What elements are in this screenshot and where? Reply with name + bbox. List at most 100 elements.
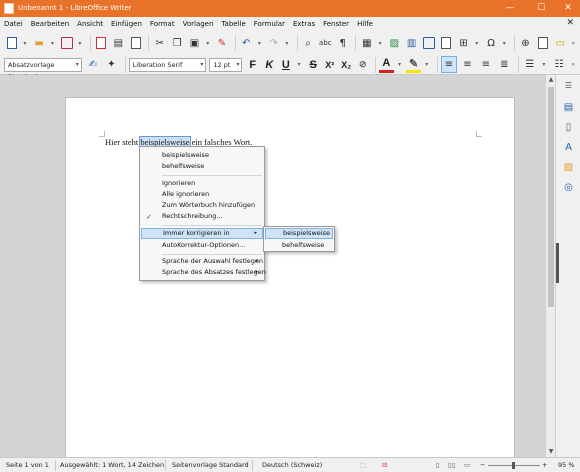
undo-dropdown-chevron-icon[interactable]: ▾ <box>256 35 263 52</box>
underline-dropdown-chevron-icon[interactable]: ▾ <box>295 56 303 73</box>
ignore-item[interactable]: Ignorieren <box>141 178 263 189</box>
page-count[interactable]: Seite 1 von 1 <box>6 461 49 469</box>
book-view-icon[interactable]: ▭ <box>464 461 470 469</box>
zoom-slider-handle[interactable] <box>512 462 515 469</box>
comment-icon[interactable]: ▭ <box>552 35 567 52</box>
export-pdf-icon[interactable] <box>93 35 108 52</box>
update-style-icon[interactable]: ✍ <box>85 56 101 73</box>
insert-image-icon[interactable]: ▨ <box>387 35 402 52</box>
insert-table-icon[interactable]: ▦ <box>359 35 374 52</box>
new-document-icon[interactable] <box>4 35 19 52</box>
more-options-chevron-icon[interactable]: » <box>569 56 577 73</box>
font-color-dropdown-chevron-icon[interactable]: ▾ <box>396 56 404 73</box>
ignore-all-item[interactable]: Alle ignorieren <box>141 189 263 200</box>
maximize-button[interactable]: ☐ <box>533 2 549 15</box>
insert-textbox-icon[interactable] <box>421 35 436 52</box>
zoom-level[interactable]: 95 % <box>558 461 575 469</box>
submenu-item[interactable]: behelfsweise <box>265 240 333 251</box>
new-style-icon[interactable]: ✦ <box>103 56 119 73</box>
align-center-icon[interactable]: ≡ <box>459 56 475 73</box>
justify-icon[interactable]: ≣ <box>496 56 512 73</box>
page-icon[interactable]: ▯ <box>561 120 576 135</box>
align-left-icon[interactable]: ≡ <box>440 56 458 73</box>
sidebar-menu-icon[interactable]: ☰ <box>561 78 576 93</box>
table-dropdown-chevron-icon[interactable]: ▾ <box>377 35 384 52</box>
scrollbar-thumb[interactable] <box>548 87 554 307</box>
document-page[interactable]: Hier steht beispielsweise ein falsches W… <box>65 97 515 467</box>
insert-chart-icon[interactable]: ▥ <box>404 35 419 52</box>
navigator-icon[interactable]: ◎ <box>561 180 576 195</box>
single-page-view-icon[interactable]: ▯ <box>436 461 440 469</box>
strikethrough-button[interactable]: S <box>306 57 321 73</box>
zoom-out-icon[interactable]: − <box>480 461 485 469</box>
open-folder-icon[interactable]: ▬ <box>32 35 47 52</box>
zoom-in-icon[interactable]: + <box>542 461 547 469</box>
set-language-selection-item[interactable]: Sprache der Auswahl festlegen ▸ <box>141 256 263 267</box>
print-preview-icon[interactable] <box>128 35 143 52</box>
insert-field-icon[interactable]: ⊞ <box>456 35 471 52</box>
menu-hilfe[interactable]: Hilfe <box>357 20 373 28</box>
suggestion-item[interactable]: beispielsweise <box>141 150 263 161</box>
spelling-icon[interactable]: abc <box>318 35 333 52</box>
font-name-combo[interactable]: Liberation Serif ▾ <box>128 57 207 72</box>
bullet-dropdown-chevron-icon[interactable]: ▾ <box>540 56 548 73</box>
font-color-button[interactable]: A <box>379 57 394 73</box>
redo-dropdown-chevron-icon[interactable]: ▾ <box>283 35 290 52</box>
font-size-combo[interactable]: 12 pt ▾ <box>209 57 243 72</box>
vertical-scrollbar[interactable]: ▲ ▼ <box>545 75 555 457</box>
autocorrect-options-item[interactable]: AutoKorrektur-Optionen... <box>141 240 263 251</box>
paragraph-style-combo[interactable]: Absatzvorlage Standard▾ <box>4 57 82 81</box>
highlight-color-icon[interactable]: ✎ <box>406 57 421 73</box>
set-language-paragraph-item[interactable]: Sprache des Absatzes festlegen ▸ <box>141 267 266 278</box>
paste-dropdown-chevron-icon[interactable]: ▾ <box>204 35 211 52</box>
spelling-dialog-item[interactable]: ✓ Rechtschreibung... <box>141 211 263 222</box>
menu-extras[interactable]: Extras <box>293 20 315 28</box>
menu-formular[interactable]: Formular <box>254 20 285 28</box>
styles-icon[interactable]: A <box>561 140 576 155</box>
insert-page-break-icon[interactable] <box>439 35 454 52</box>
paste-icon[interactable]: ▣ <box>187 35 202 52</box>
suggestion-item[interactable]: behelfsweise <box>141 161 263 172</box>
menu-bearbeiten[interactable]: Bearbeiten <box>31 20 69 28</box>
highlight-dropdown-chevron-icon[interactable]: ▾ <box>423 56 431 73</box>
language[interactable]: Deutsch (Schweiz) <box>262 461 322 469</box>
clear-formatting-icon[interactable]: ⊘ <box>356 57 371 73</box>
numbered-list-icon[interactable]: ☷ <box>551 56 567 73</box>
gallery-icon[interactable]: ▨ <box>561 160 576 175</box>
word-count[interactable]: Ausgewählt: 1 Wort, 14 Zeichen <box>60 461 164 469</box>
document-modified-icon[interactable]: ⊟ <box>382 461 387 469</box>
close-window-button[interactable]: ✕ <box>560 2 576 15</box>
cut-icon[interactable]: ✂ <box>152 35 167 52</box>
page-style[interactable]: Seitenvorlage Standard <box>172 461 249 469</box>
menu-format[interactable]: Format <box>150 20 175 28</box>
multi-page-view-icon[interactable]: ▯▯ <box>448 461 455 469</box>
formatting-marks-icon[interactable]: ¶ <box>335 35 350 52</box>
superscript-button[interactable]: X² <box>322 57 337 73</box>
menu-vorlagen[interactable]: Vorlagen <box>183 20 214 28</box>
undo-icon[interactable]: ↶ <box>239 35 254 52</box>
field-dropdown-chevron-icon[interactable]: ▾ <box>473 35 480 52</box>
redo-icon[interactable]: ↷ <box>266 35 281 52</box>
new-dropdown-chevron-icon[interactable]: ▾ <box>21 35 28 52</box>
save-dropdown-chevron-icon[interactable]: ▾ <box>76 35 83 52</box>
menu-tabelle[interactable]: Tabelle <box>221 20 245 28</box>
underline-button[interactable]: U <box>279 57 294 73</box>
find-replace-icon[interactable]: ⌕ <box>300 35 315 52</box>
insert-mode-icon[interactable]: ⬚ <box>360 461 366 469</box>
bullet-list-icon[interactable]: ☰ <box>522 56 538 73</box>
footnote-icon[interactable] <box>535 35 550 52</box>
submenu-item[interactable]: beispielsweise <box>265 228 333 239</box>
menu-einfuegen[interactable]: Einfügen <box>111 20 142 28</box>
menu-ansicht[interactable]: Ansicht <box>77 20 103 28</box>
align-right-icon[interactable]: ≡ <box>478 56 494 73</box>
italic-button[interactable]: K <box>262 57 277 73</box>
special-char-dropdown-chevron-icon[interactable]: ▾ <box>501 35 508 52</box>
open-dropdown-chevron-icon[interactable]: ▾ <box>49 35 56 52</box>
close-document-button[interactable]: ✕ <box>566 18 574 28</box>
add-to-dictionary-item[interactable]: Zum Wörterbuch hinzufügen <box>141 200 263 211</box>
print-icon[interactable]: ▤ <box>111 35 126 52</box>
menu-datei[interactable]: Datei <box>4 20 23 28</box>
minimize-button[interactable]: — <box>502 2 518 15</box>
hyperlink-icon[interactable]: ⊕ <box>518 35 533 52</box>
more-options-chevron-icon[interactable]: » <box>570 35 577 52</box>
